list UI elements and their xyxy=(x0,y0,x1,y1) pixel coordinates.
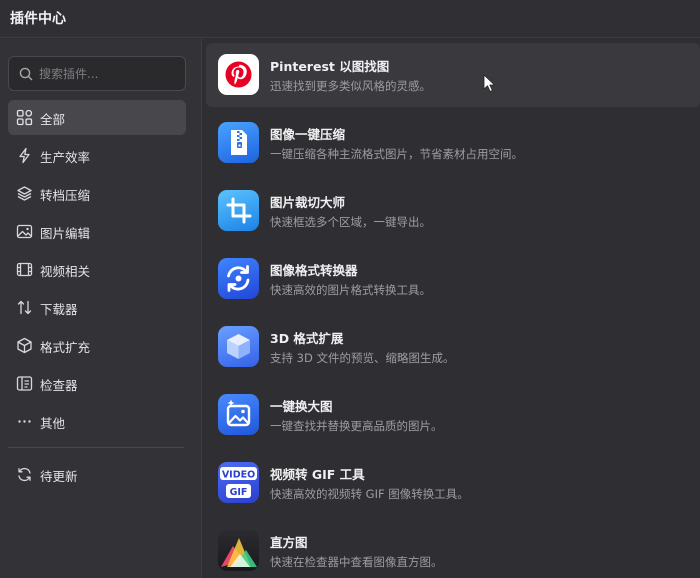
sidebar-item-label: 下载器 xyxy=(40,302,78,317)
plugin-item-format-converter[interactable]: 图像格式转换器 快速高效的图片格式转换工具。 xyxy=(206,247,700,311)
sidebar-item-video[interactable]: 视频相关 xyxy=(8,252,186,287)
plugin-description: 一键查找并替换更高品质的图片。 xyxy=(270,419,443,433)
histogram-icon xyxy=(218,530,259,571)
plugin-name: 图像格式转换器 xyxy=(270,263,358,278)
sidebar-divider xyxy=(8,447,184,448)
sidebar-item-label: 全部 xyxy=(40,112,66,127)
plugin-name: 一键换大图 xyxy=(270,399,333,414)
more-icon xyxy=(18,420,31,423)
search-box[interactable] xyxy=(8,56,186,91)
plugin-name: 图像一键压缩 xyxy=(270,127,346,142)
plugin-item-pinterest[interactable]: Pinterest 以图找图 迅速找到更多类似风格的灵感。 xyxy=(206,43,700,107)
plugin-item-video-gif[interactable]: VIDEO GIF 视频转 GIF 工具 快速高效的视频转 GIF 图像转换工具… xyxy=(206,451,700,515)
plugin-item-crop-master[interactable]: 图片裁切大师 快速框选多个区域，一键导出。 xyxy=(206,179,700,243)
plugin-name: 视频转 GIF 工具 xyxy=(270,467,365,482)
film-icon xyxy=(16,262,33,277)
plugin-description: 支持 3D 文件的预览、缩略图生成。 xyxy=(270,351,455,365)
sidebar-item-label: 待更新 xyxy=(40,469,78,484)
inspector-icon xyxy=(16,376,33,391)
sidebar-item-label: 视频相关 xyxy=(40,264,91,279)
sidebar-item-label: 格式扩充 xyxy=(40,340,91,355)
sidebar-item-label: 生产效率 xyxy=(40,150,91,165)
plugin-item-image-compress[interactable]: 图像一键压缩 一键压缩各种主流格式图片，节省素材占用空间。 xyxy=(206,111,700,175)
plugin-description: 快速在检查器中查看图像直方图。 xyxy=(270,555,443,569)
sidebar: 全部 生产效率 转档压缩 图片编辑 xyxy=(0,39,202,578)
window-title: 插件中心 xyxy=(10,11,66,27)
sidebar-item-label: 图片编辑 xyxy=(40,226,91,241)
upscale-image-icon xyxy=(218,394,259,435)
zip-icon xyxy=(218,122,259,163)
video-badge-text: VIDEO xyxy=(222,469,255,480)
cube-icon xyxy=(17,337,32,354)
sidebar-item-label: 其他 xyxy=(40,416,66,431)
crop-icon xyxy=(218,190,259,231)
sidebar-item-all[interactable]: 全部 xyxy=(8,100,186,135)
sidebar-item-productivity[interactable]: 生产效率 xyxy=(8,138,186,173)
plugin-description: 快速高效的视频转 GIF 图像转换工具。 xyxy=(270,487,469,501)
plugin-item-upscale[interactable]: 一键换大图 一键查找并替换更高品质的图片。 xyxy=(206,383,700,447)
video-gif-icon: VIDEO GIF xyxy=(218,462,259,503)
grid-icon xyxy=(16,109,33,126)
sidebar-item-downloader[interactable]: 下载器 xyxy=(8,290,186,325)
sidebar-item-label: 检查器 xyxy=(40,378,78,393)
plugin-name: 3D 格式扩展 xyxy=(270,331,344,346)
sidebar-item-convert-compress[interactable]: 转档压缩 xyxy=(8,176,186,211)
pinterest-icon xyxy=(218,54,259,95)
plugin-name: 图片裁切大师 xyxy=(270,195,346,210)
plugin-name: Pinterest 以图找图 xyxy=(270,59,390,74)
image-icon xyxy=(16,224,33,239)
refresh-icon xyxy=(18,467,31,482)
sidebar-item-other[interactable]: 其他 xyxy=(8,404,186,439)
plugin-name: 直方图 xyxy=(270,535,308,550)
layers-icon xyxy=(17,186,32,201)
plugin-item-histogram[interactable]: 直方图 快速在检查器中查看图像直方图。 xyxy=(206,519,700,578)
sidebar-item-inspector[interactable]: 检查器 xyxy=(8,366,186,401)
convert-icon xyxy=(218,258,259,299)
sidebar-item-image-edit[interactable]: 图片编辑 xyxy=(8,214,186,249)
gif-badge-text: GIF xyxy=(230,487,248,498)
lightning-icon xyxy=(19,147,30,164)
plugin-description: 快速高效的图片格式转换工具。 xyxy=(270,283,431,297)
plugin-description: 一键压缩各种主流格式图片，节省素材占用空间。 xyxy=(270,147,523,161)
sidebar-item-pending-updates[interactable]: 待更新 xyxy=(8,457,186,492)
plugin-item-3d-format[interactable]: 3D 格式扩展 支持 3D 文件的预览、缩略图生成。 xyxy=(206,315,700,379)
arrows-updown-icon xyxy=(17,300,32,315)
sidebar-item-label: 转档压缩 xyxy=(40,188,91,203)
mouse-cursor-icon xyxy=(483,74,495,92)
search-icon xyxy=(19,67,33,81)
sidebar-item-format-extension[interactable]: 格式扩充 xyxy=(8,328,186,363)
plugin-list: Pinterest 以图找图 迅速找到更多类似风格的灵感。 图像一键压缩 一键压… xyxy=(203,39,700,578)
search-input[interactable] xyxy=(39,63,179,85)
cube3d-icon xyxy=(218,326,259,367)
plugin-description: 迅速找到更多类似风格的灵感。 xyxy=(270,79,431,93)
plugin-description: 快速框选多个区域，一键导出。 xyxy=(270,215,431,229)
title-bar: 插件中心 xyxy=(0,0,700,38)
